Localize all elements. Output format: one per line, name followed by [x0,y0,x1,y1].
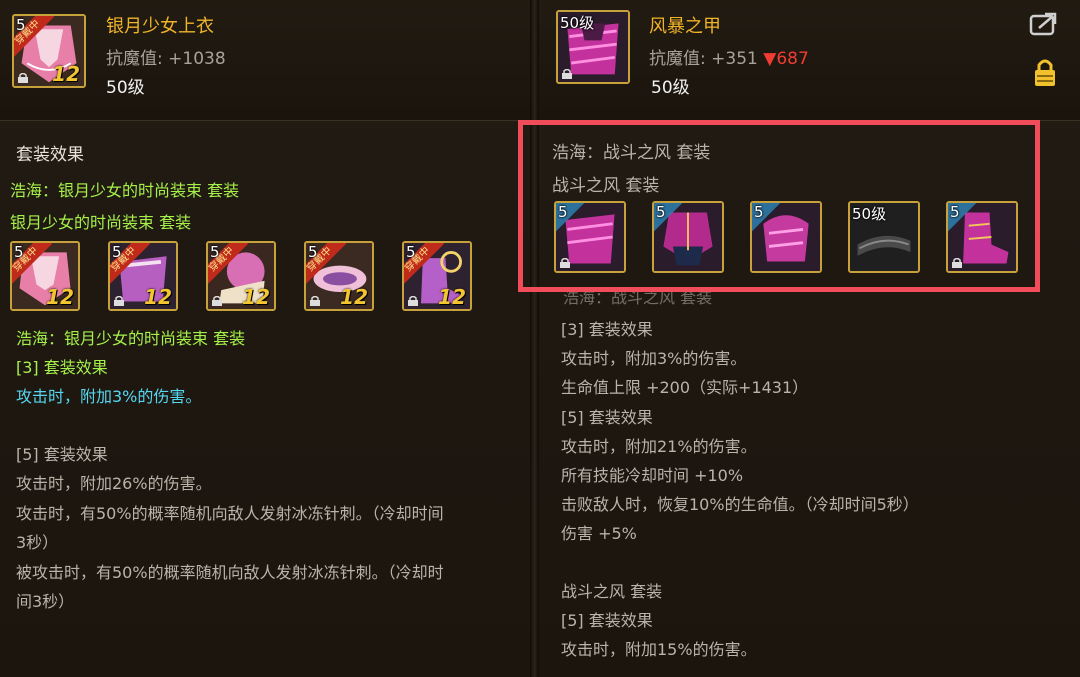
item-level: 50级 [106,78,145,98]
lock-icon [212,296,222,306]
set-name: 战斗之风 套装 [561,582,663,601]
effect-line: 攻击时，附加15%的伤害。 [561,640,757,659]
effect-line: 攻击时，附加3%的伤害。 [16,387,202,406]
effect-title: [5] 套装效果 [561,408,653,427]
set-name: 银月少女的时尚装束 套装 [10,213,192,232]
effect-line: 伤害 +5% [561,524,637,543]
stat-label: 抗魔值: [106,49,163,69]
lock-icon [18,73,28,83]
effect-line: 间3秒） [16,592,75,611]
effect-line: 攻击时，有50%的概率随机向敌人发射冰冻针刺。（冷却时间 [16,504,444,523]
effect-title: [5] 套装效果 [16,445,108,464]
enhance-level: 12 [52,62,80,86]
silver-moon-belt-icon[interactable]: 穿戴中 5 12 [304,241,374,311]
section-title: 套装效果 [16,145,84,165]
effect-line: 被攻击时，有50%的概率随机向敌人发射冰冻针刺。（冷却时 [16,563,444,582]
item-name: 银月少女上衣 [106,16,214,37]
current-equipment-panel: 穿戴中 5 12 银月少女上衣 抗魔值: +1038 50级 套装效果 浩海：银… [0,0,530,677]
panel-divider [530,0,539,677]
lock-icon [114,296,124,306]
effect-title: [3] 套装效果 [16,358,108,377]
enhance-level: 12 [438,285,466,309]
level-badge: 5 [14,243,24,261]
effect-line: 所有技能冷却时间 +10% [561,466,744,485]
stat-line: 抗魔值: +1038 [106,44,226,69]
stat-diff: ▼687 [763,49,809,69]
enhance-level: 12 [46,285,74,309]
item-header: 穿戴中 5 12 银月少女上衣 抗魔值: +1038 50级 [0,0,530,121]
enhance-level: 12 [242,285,270,309]
lock-icon[interactable] [1033,56,1057,88]
item-name: 风暴之甲 [649,16,721,37]
stat-label: 抗魔值: [649,49,706,69]
level-badge: 50级 [560,14,595,32]
silver-moon-shoes-icon[interactable]: 穿戴中 5 12 [402,241,472,311]
level-badge: 5 [16,16,26,34]
compare-equipment-panel: 50级 风暴之甲 抗魔值: +351 ▼687 50级 浩海：战斗之风 套装 战… [539,0,1080,677]
effect-title: [3] 套装效果 [561,320,653,339]
item-header: 50级 风暴之甲 抗魔值: +351 ▼687 50级 [539,0,1080,121]
storm-armor-icon[interactable]: 50级 [556,10,630,84]
effect-line: 3秒） [16,533,59,552]
set-owner-line: 浩海：银月少女的时尚装束 套装 [10,181,240,200]
effect-line: 攻击时，附加21%的伤害。 [561,437,757,456]
enhance-level: 12 [144,285,172,309]
silver-moon-top-icon[interactable]: 穿戴中 5 12 [10,241,80,311]
lock-icon [310,296,320,306]
level-badge: 5 [112,243,122,261]
silver-moon-shoulder-icon[interactable]: 穿戴中 5 12 [206,241,276,311]
silver-moon-bottom-icon[interactable]: 穿戴中 5 12 [108,241,178,311]
stat-value: +351 [711,49,758,69]
stat-line: 抗魔值: +351 ▼687 [649,44,809,69]
lock-icon [562,69,572,79]
level-badge: 5 [308,243,318,261]
effect-line: 生命值上限 +200（实际+1431） [561,378,809,397]
lock-icon [408,296,418,306]
level-badge: 5 [210,243,220,261]
level-badge: 5 [406,243,416,261]
highlight-box [518,120,1040,292]
effect-line: 攻击时，附加3%的伤害。 [561,349,747,368]
set-owner-line: 浩海：银月少女的时尚装束 套装 [16,329,246,348]
effect-line: 攻击时，附加26%的伤害。 [16,474,212,493]
share-icon[interactable] [1029,10,1059,36]
enhance-level: 12 [340,285,368,309]
item-level: 50级 [651,78,690,98]
silver-moon-top-icon[interactable]: 穿戴中 5 12 [12,14,86,88]
effect-line: 击败敌人时，恢复10%的生命值。（冷却时间5秒） [561,495,919,514]
effect-title: [5] 套装效果 [561,611,653,630]
stat-value: +1038 [168,49,226,69]
